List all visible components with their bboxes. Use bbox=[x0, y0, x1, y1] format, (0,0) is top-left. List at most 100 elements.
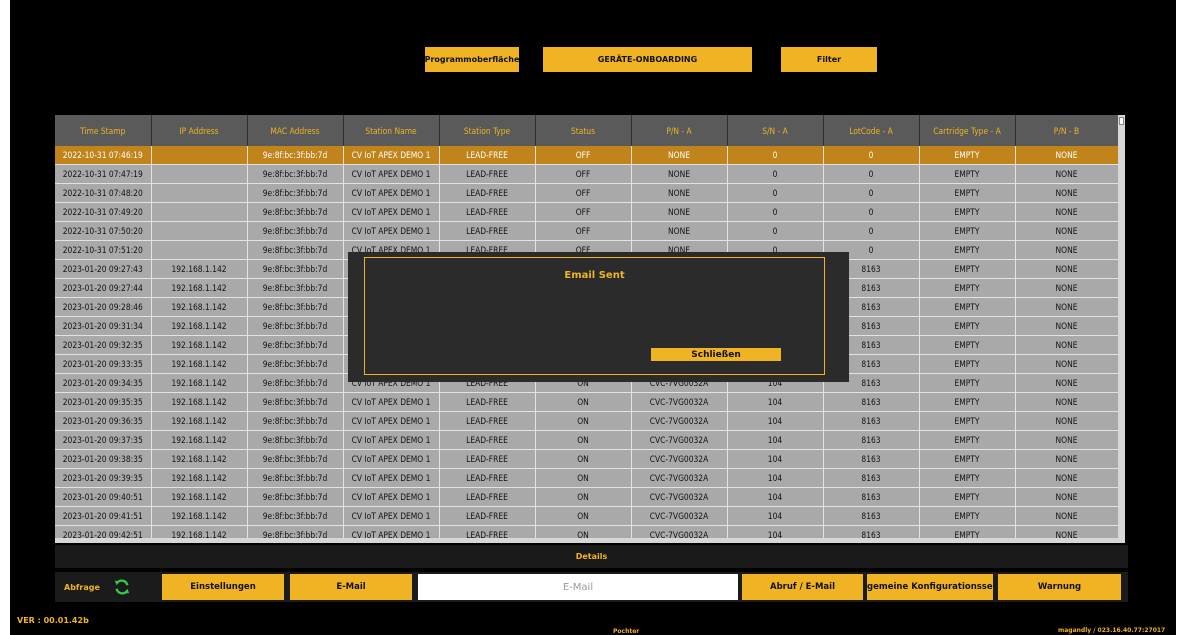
table-cell: ON bbox=[535, 468, 632, 488]
table-cell bbox=[151, 183, 248, 203]
table-row[interactable]: 2023-01-20 09:39:35 192.168.1.142 9e:8f:bc… bbox=[55, 468, 1119, 488]
column-header[interactable]: MAC Address bbox=[247, 115, 344, 146]
table-cell: 0 bbox=[823, 202, 920, 222]
table-cell: LEAD-FREE bbox=[439, 221, 536, 241]
table-cell: EMPTY bbox=[919, 259, 1016, 279]
column-header[interactable]: P/N - A bbox=[631, 115, 728, 146]
konfigurationsseite-button[interactable]: Allgemeine Konfigurationsseite bbox=[867, 574, 993, 600]
programmoberflaeche-button[interactable]: Programmoberfläche bbox=[425, 47, 519, 72]
scrollbar-thumb[interactable] bbox=[1119, 117, 1124, 125]
column-header[interactable]: Station Name bbox=[343, 115, 440, 146]
table-cell: ON bbox=[535, 506, 632, 526]
refresh-icon[interactable] bbox=[113, 578, 131, 596]
vertical-scrollbar[interactable] bbox=[1118, 115, 1125, 543]
table-cell: 192.168.1.142 bbox=[151, 430, 248, 450]
column-header[interactable]: S/N - A bbox=[727, 115, 824, 146]
close-dialog-button[interactable]: Schließen bbox=[651, 348, 781, 361]
email-input[interactable] bbox=[418, 574, 738, 600]
einstellungen-button[interactable]: Einstellungen bbox=[162, 574, 284, 600]
filter-button[interactable]: Filter bbox=[781, 47, 877, 72]
version-label: VER : 00.01.42b bbox=[17, 616, 89, 625]
table-cell: 9e:8f:bc:3f:bb:7d bbox=[247, 278, 344, 298]
table-cell: 192.168.1.142 bbox=[151, 506, 248, 526]
table-row[interactable]: 2023-01-20 09:41:51 192.168.1.142 9e:8f:bc… bbox=[55, 506, 1119, 526]
table-cell: 2022-10-31 07:48:20 bbox=[55, 183, 152, 203]
email-button[interactable]: E-Mail bbox=[290, 574, 412, 600]
table-cell: ON bbox=[535, 487, 632, 507]
table-cell: ON bbox=[535, 411, 632, 431]
table-cell: CVC-7VG0032A bbox=[631, 411, 728, 431]
table-cell: 2023-01-20 09:38:35 bbox=[55, 449, 152, 469]
column-header[interactable]: Status bbox=[535, 115, 632, 146]
table-row[interactable]: 2023-01-20 09:36:35 192.168.1.142 9e:8f:bc… bbox=[55, 411, 1119, 431]
table-row[interactable]: 2022-10-31 07:50:20 9e:8f:bc:3f:bb:7d CV I… bbox=[55, 221, 1119, 241]
table-cell: NONE bbox=[1015, 373, 1119, 393]
table-row[interactable]: 2022-10-31 07:46:19 9e:8f:bc:3f:bb:7d CV I… bbox=[55, 146, 1119, 165]
column-header[interactable]: LotCode - A bbox=[823, 115, 920, 146]
table-cell: NONE bbox=[1015, 392, 1119, 412]
table-cell: NONE bbox=[1015, 278, 1119, 298]
table-cell: 104 bbox=[727, 392, 824, 412]
table-cell: NONE bbox=[1015, 164, 1119, 184]
table-cell: NONE bbox=[1015, 146, 1119, 165]
table-cell: 9e:8f:bc:3f:bb:7d bbox=[247, 259, 344, 279]
table-cell: CV IoT APEX DEMO 1 bbox=[343, 146, 440, 165]
table-cell: 2023-01-20 09:27:43 bbox=[55, 259, 152, 279]
table-cell: 0 bbox=[823, 164, 920, 184]
table-cell: CVC-7VG0032A bbox=[631, 449, 728, 469]
table-cell: 8163 bbox=[823, 392, 920, 412]
table-cell: NONE bbox=[631, 202, 728, 222]
table-cell: CV IoT APEX DEMO 1 bbox=[343, 430, 440, 450]
table-row[interactable]: 2023-01-20 09:35:35 192.168.1.142 9e:8f:bc… bbox=[55, 392, 1119, 412]
table-cell: 0 bbox=[727, 221, 824, 241]
table-row[interactable]: 2023-01-20 09:38:35 192.168.1.142 9e:8f:bc… bbox=[55, 449, 1119, 469]
table-cell: 9e:8f:bc:3f:bb:7d bbox=[247, 335, 344, 355]
table-cell: EMPTY bbox=[919, 146, 1016, 165]
table-cell: EMPTY bbox=[919, 354, 1016, 374]
table-cell: NONE bbox=[1015, 449, 1119, 469]
table-cell: 2023-01-20 09:34:35 bbox=[55, 373, 152, 393]
details-bar[interactable]: Details bbox=[55, 545, 1128, 568]
table-cell: EMPTY bbox=[919, 487, 1016, 507]
table-row[interactable]: 2023-01-20 09:40:51 192.168.1.142 9e:8f:bc… bbox=[55, 487, 1119, 507]
table-cell: NONE bbox=[1015, 316, 1119, 336]
table-row[interactable]: 2022-10-31 07:49:20 9e:8f:bc:3f:bb:7d CV I… bbox=[55, 202, 1119, 222]
table-cell: 104 bbox=[727, 449, 824, 469]
column-header[interactable]: Cartridge Type - A bbox=[919, 115, 1016, 146]
table-cell: 0 bbox=[823, 183, 920, 203]
table-cell: LEAD-FREE bbox=[439, 506, 536, 526]
table-row[interactable]: 2023-01-20 09:37:35 192.168.1.142 9e:8f:bc… bbox=[55, 430, 1119, 450]
table-cell: 9e:8f:bc:3f:bb:7d bbox=[247, 373, 344, 393]
geraete-onboarding-button[interactable]: GERÄTE-ONBOARDING bbox=[543, 47, 752, 72]
table-cell: EMPTY bbox=[919, 202, 1016, 222]
table-cell: EMPTY bbox=[919, 164, 1016, 184]
table-cell: LEAD-FREE bbox=[439, 487, 536, 507]
table-cell: 0 bbox=[823, 221, 920, 241]
brand-label: Pochter bbox=[613, 628, 640, 635]
table-row[interactable]: 2022-10-31 07:48:20 9e:8f:bc:3f:bb:7d CV I… bbox=[55, 183, 1119, 203]
table-cell: 9e:8f:bc:3f:bb:7d bbox=[247, 221, 344, 241]
table-cell: 9e:8f:bc:3f:bb:7d bbox=[247, 430, 344, 450]
table-cell: LEAD-FREE bbox=[439, 164, 536, 184]
table-row[interactable]: 2022-10-31 07:47:19 9e:8f:bc:3f:bb:7d CV I… bbox=[55, 164, 1119, 184]
table-cell: EMPTY bbox=[919, 278, 1016, 298]
table-cell: 9e:8f:bc:3f:bb:7d bbox=[247, 449, 344, 469]
table-cell: ON bbox=[535, 449, 632, 469]
table-cell: CV IoT APEX DEMO 1 bbox=[343, 411, 440, 431]
table-cell: CVC-7VG0032A bbox=[631, 392, 728, 412]
column-header[interactable]: Station Type bbox=[439, 115, 536, 146]
warnung-button[interactable]: Warnung bbox=[998, 574, 1121, 600]
horizontal-scrollbar[interactable] bbox=[55, 538, 1125, 543]
table-cell: NONE bbox=[631, 164, 728, 184]
column-header[interactable]: P/N - B bbox=[1015, 115, 1119, 146]
abruf-email-button[interactable]: Abruf / E-Mail bbox=[742, 574, 863, 600]
column-header[interactable]: Time Stamp bbox=[55, 115, 152, 146]
table-cell: 9e:8f:bc:3f:bb:7d bbox=[247, 411, 344, 431]
table-cell: 192.168.1.142 bbox=[151, 392, 248, 412]
column-header[interactable]: IP Address bbox=[151, 115, 248, 146]
table-cell: 0 bbox=[727, 183, 824, 203]
table-cell: 0 bbox=[727, 164, 824, 184]
table-cell: 8163 bbox=[823, 411, 920, 431]
table-cell: NONE bbox=[1015, 202, 1119, 222]
table-cell: EMPTY bbox=[919, 411, 1016, 431]
